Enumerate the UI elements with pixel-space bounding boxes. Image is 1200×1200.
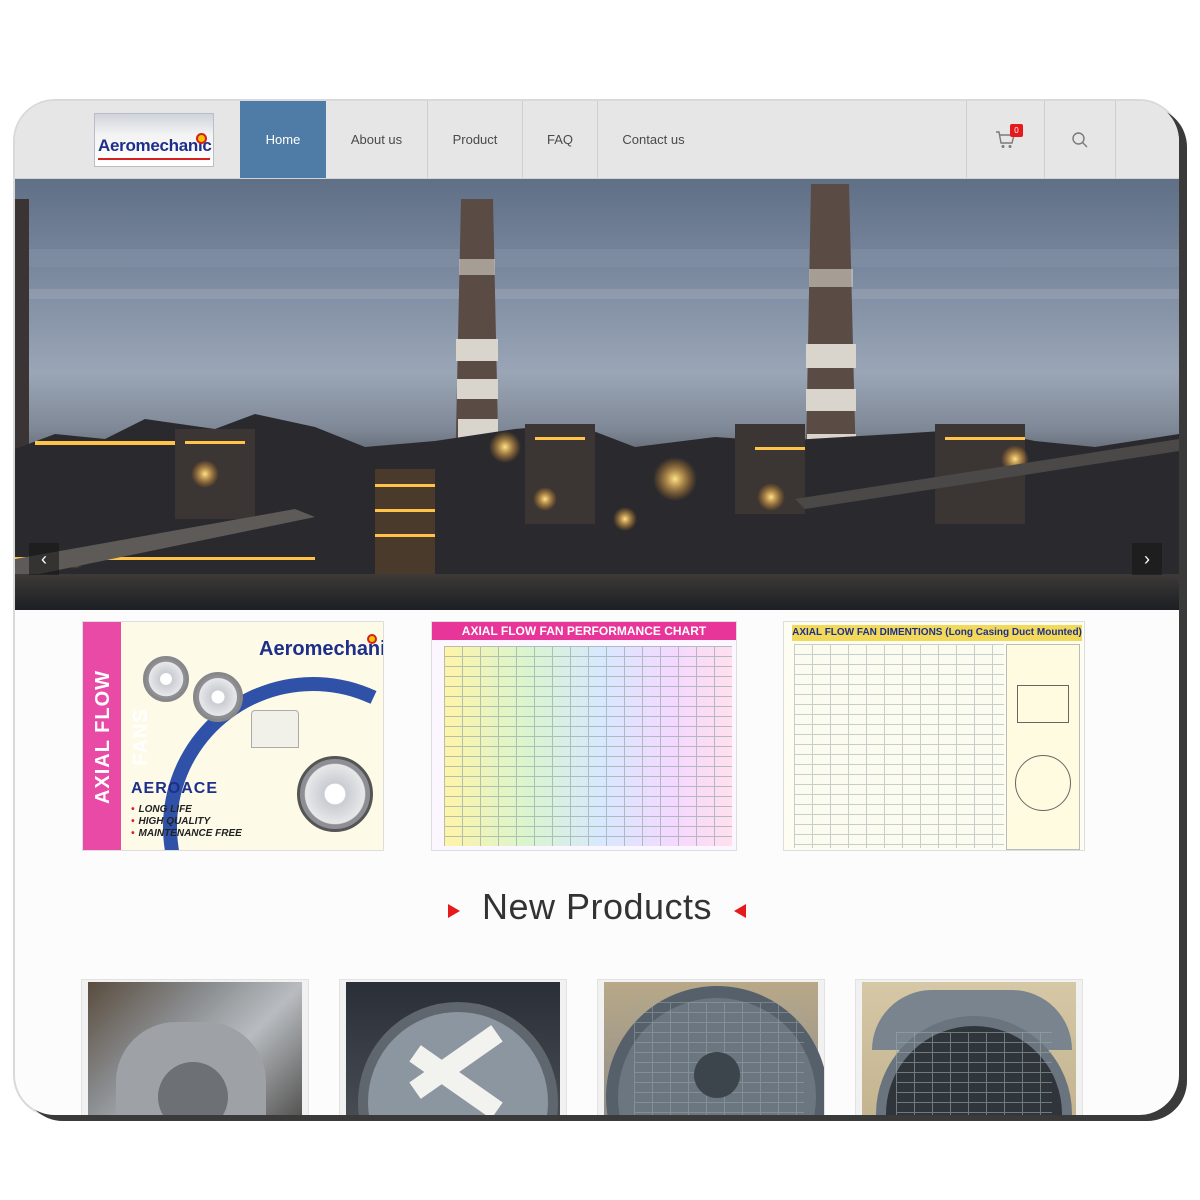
- triangle-left-icon: [734, 903, 747, 918]
- feature-item: • HIGH QUALITY: [131, 816, 211, 827]
- site-logo[interactable]: Aeromechanic: [94, 113, 214, 167]
- slider-prev-button[interactable]: ‹: [29, 543, 59, 575]
- banner-logo-mark-icon: [367, 634, 377, 644]
- triangle-right-icon: [447, 903, 460, 918]
- feature-item: • MAINTENANCE FREE: [131, 828, 242, 839]
- section-heading: New Products: [15, 886, 1179, 936]
- product-card[interactable]: [81, 979, 309, 1115]
- dims-banner-title: AXIAL FLOW FAN DIMENTIONS (Long Casing D…: [792, 625, 1082, 641]
- nav-contact-us[interactable]: Contact us: [598, 101, 709, 178]
- performance-chart-banner[interactable]: AXIAL FLOW FAN PERFORMANCE CHART: [431, 621, 737, 851]
- slider-next-button[interactable]: ›: [1132, 543, 1162, 575]
- nav-home[interactable]: Home: [240, 101, 326, 178]
- fan-guard-mesh: [896, 1032, 1052, 1115]
- banner-feature-list: • LONG LIFE • HIGH QUALITY • MAINTENANCE FR…: [131, 804, 242, 840]
- nav-about-us[interactable]: About us: [326, 101, 428, 178]
- fan-icon: [297, 756, 373, 832]
- power-plant-image: [15, 184, 1179, 610]
- banner-logo-text: Aeromechanic: [259, 638, 384, 660]
- nav-faq[interactable]: FAQ: [523, 101, 598, 178]
- cart-button[interactable]: 0: [966, 101, 1044, 178]
- dims-front-drawing: [1015, 755, 1071, 811]
- axial-flow-fans-banner[interactable]: AXIAL FLOW FANS Aeromechanic AEROACE • LO…: [82, 621, 384, 851]
- product-card[interactable]: [855, 979, 1083, 1115]
- search-icon: [1072, 131, 1088, 147]
- dims-side-drawing: [1017, 685, 1069, 723]
- product-image: [88, 982, 302, 1115]
- dims-drawing-panel: [1006, 644, 1080, 850]
- website-frame: Aeromechanic Home About us Product FAQ C…: [15, 101, 1179, 1115]
- chart-table-grid: [444, 646, 732, 846]
- nav-product[interactable]: Product: [428, 101, 523, 178]
- roof-fan-icon: [251, 710, 299, 748]
- search-button[interactable]: [1044, 101, 1116, 178]
- main-nav: Home About us Product FAQ Contact us: [240, 101, 709, 178]
- product-card[interactable]: [339, 979, 567, 1115]
- chart-banner-title: AXIAL FLOW FAN PERFORMANCE CHART: [432, 622, 736, 640]
- feature-item: • LONG LIFE: [131, 804, 192, 815]
- section-title: New Products: [481, 886, 713, 927]
- dims-table-grid: [794, 644, 1004, 848]
- fan-dimensions-banner[interactable]: AXIAL FLOW FAN DIMENTIONS (Long Casing D…: [783, 621, 1085, 851]
- hero-slider: ‹ ›: [15, 179, 1179, 610]
- cart-count-badge: 0: [1010, 124, 1023, 137]
- product-image: [346, 982, 560, 1115]
- product-card[interactable]: [597, 979, 825, 1115]
- banner-brand: AEROACE: [131, 780, 219, 797]
- fan-hub: [694, 1052, 740, 1098]
- fan-icon: [193, 672, 243, 722]
- banner-side-text: AXIAL FLOW FANS: [92, 669, 152, 805]
- logo-text: Aeromechanic: [98, 136, 212, 155]
- fan-icon: [143, 656, 189, 702]
- product-image: [604, 982, 824, 1115]
- site-header: Aeromechanic Home About us Product FAQ C…: [15, 101, 1179, 179]
- banner-side-strip: AXIAL FLOW FANS: [83, 622, 152, 850]
- logo-underline: [98, 158, 210, 160]
- logo-mark-icon: [196, 133, 207, 144]
- product-image: [862, 982, 1076, 1115]
